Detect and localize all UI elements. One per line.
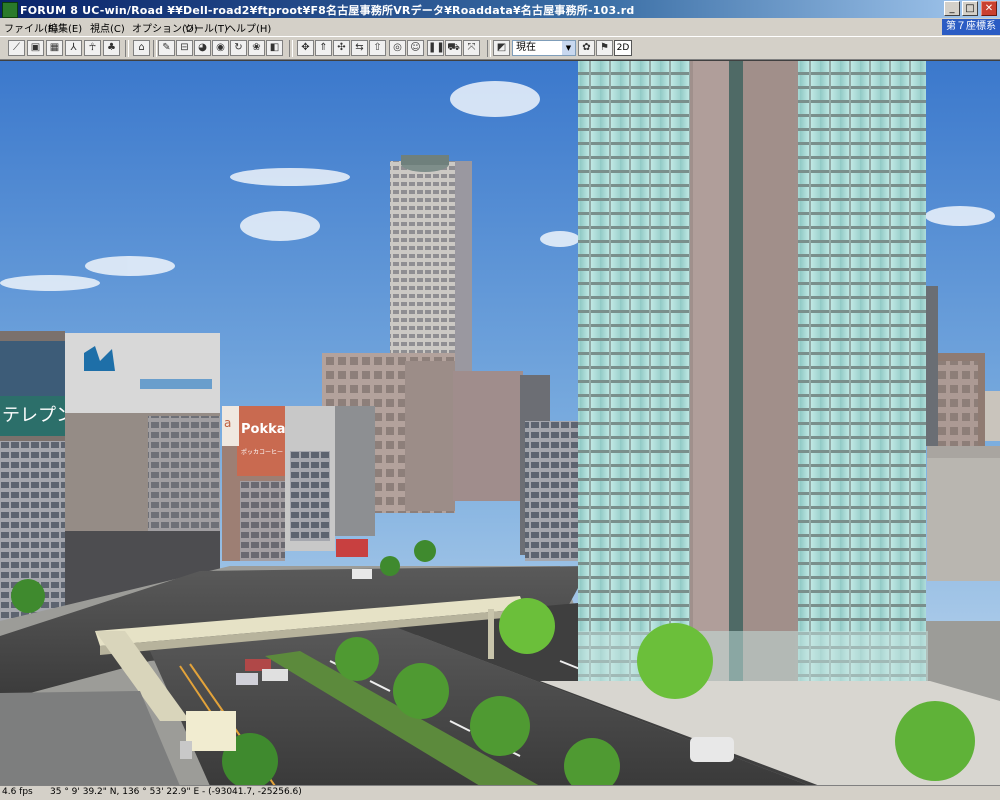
toolbar-separator <box>125 40 129 57</box>
sign-pokka: Pokka <box>241 422 286 437</box>
driver-icon[interactable]: ☺ <box>407 40 424 56</box>
sign-icon[interactable]: ⊟ <box>176 40 193 56</box>
landscape-icon[interactable]: ❀ <box>248 40 265 56</box>
car-view-icon[interactable]: ⛟ <box>445 40 462 56</box>
time-select-value: 現在 <box>516 42 536 53</box>
export-icon[interactable]: ◧ <box>266 40 283 56</box>
person-icon[interactable]: ⅄ <box>65 40 82 56</box>
menu-tools[interactable]: ツール(T) <box>184 20 228 35</box>
tree-icon[interactable]: ♣ <box>103 40 120 56</box>
vehicle-icon[interactable]: ◉ <box>212 40 229 56</box>
sign-a: a <box>224 416 231 430</box>
minimize-button[interactable]: _ <box>944 1 960 16</box>
3d-scene: テレプン a Pokka ポッカコーヒー <box>0 61 1000 785</box>
road-edit-icon[interactable]: ⟋ <box>8 40 25 56</box>
pause-icon[interactable]: ❚❚ <box>427 40 445 56</box>
menu-edit[interactable]: 編集(E) <box>48 20 82 35</box>
menu-help[interactable]: ヘルプ(H) <box>226 20 271 35</box>
status-bar: 4.6 fps 35 ° 9' 39.2" N, 136 ° 53' 22.9"… <box>0 785 1000 800</box>
camera-rotate-icon[interactable]: ✥ <box>297 40 314 56</box>
flag-icon[interactable]: ⚑ <box>596 40 613 56</box>
camera-pan-icon[interactable]: ⇆ <box>351 40 368 56</box>
menu-bar: ファイル(F) 編集(E) 視点(C) オプション(O) ツール(T) ヘルプ(… <box>0 18 1000 36</box>
palette-icon[interactable]: ◕ <box>194 40 211 56</box>
title-bar: FORUM 8 UC-win/Road ¥¥Dell-road2¥ftproot… <box>0 0 1000 18</box>
toolbar-separator <box>153 40 157 57</box>
3d-viewport[interactable]: テレプン a Pokka ポッカコーヒー <box>0 60 1000 785</box>
camera-move-icon[interactable]: ✣ <box>333 40 350 56</box>
model-icon[interactable]: ⌂ <box>133 40 150 56</box>
close-button[interactable]: ✕ <box>981 1 997 16</box>
network-icon[interactable]: ⤧ <box>463 40 480 56</box>
traffic-icon[interactable]: ✿ <box>578 40 595 56</box>
scenario-icon[interactable]: ✎ <box>158 40 175 56</box>
camera-up-icon[interactable]: ⇑ <box>315 40 332 56</box>
terrain-icon[interactable]: ▦ <box>46 40 63 56</box>
maximize-button[interactable]: □ <box>962 1 978 16</box>
toolbar: ⟋ ▣ ▦ ⅄ ☥ ♣ ⌂ ✎ ⊟ ◕ ◉ ↻ ❀ ◧ ✥ ⇑ ✣ ⇆ ⇧ ◎ … <box>0 36 1000 60</box>
glass-tower <box>578 61 928 691</box>
window-title: FORUM 8 UC-win/Road ¥¥Dell-road2¥ftproot… <box>20 4 635 17</box>
compass-icon[interactable]: ◎ <box>389 40 406 56</box>
toolbar-separator <box>289 40 293 57</box>
disabled-arrow-icon: ⇧ <box>369 40 386 56</box>
sun-position-icon[interactable]: ◩ <box>493 40 510 56</box>
2d-view-button[interactable]: 2D <box>614 40 632 56</box>
toolbar-separator <box>487 40 491 57</box>
coordinate-system-badge[interactable]: 第７座標系 <box>942 19 1000 35</box>
cross-section-icon[interactable]: ▣ <box>27 40 44 56</box>
chevron-down-icon[interactable]: ▼ <box>562 41 575 55</box>
billboard-text: テレプン <box>2 405 74 426</box>
distant-tower <box>390 155 472 371</box>
time-select[interactable]: 現在 ▼ <box>512 40 576 56</box>
rotate-icon[interactable]: ↻ <box>230 40 247 56</box>
coordinates-readout: 35 ° 9' 39.2" N, 136 ° 53' 22.9" E - (-9… <box>50 787 302 797</box>
walker-icon[interactable]: ☥ <box>84 40 101 56</box>
fps-readout: 4.6 fps <box>2 787 33 797</box>
menu-view[interactable]: 視点(C) <box>90 20 125 35</box>
app-icon <box>2 2 18 18</box>
sign-pokka-coffee: ポッカコーヒー <box>241 448 283 456</box>
